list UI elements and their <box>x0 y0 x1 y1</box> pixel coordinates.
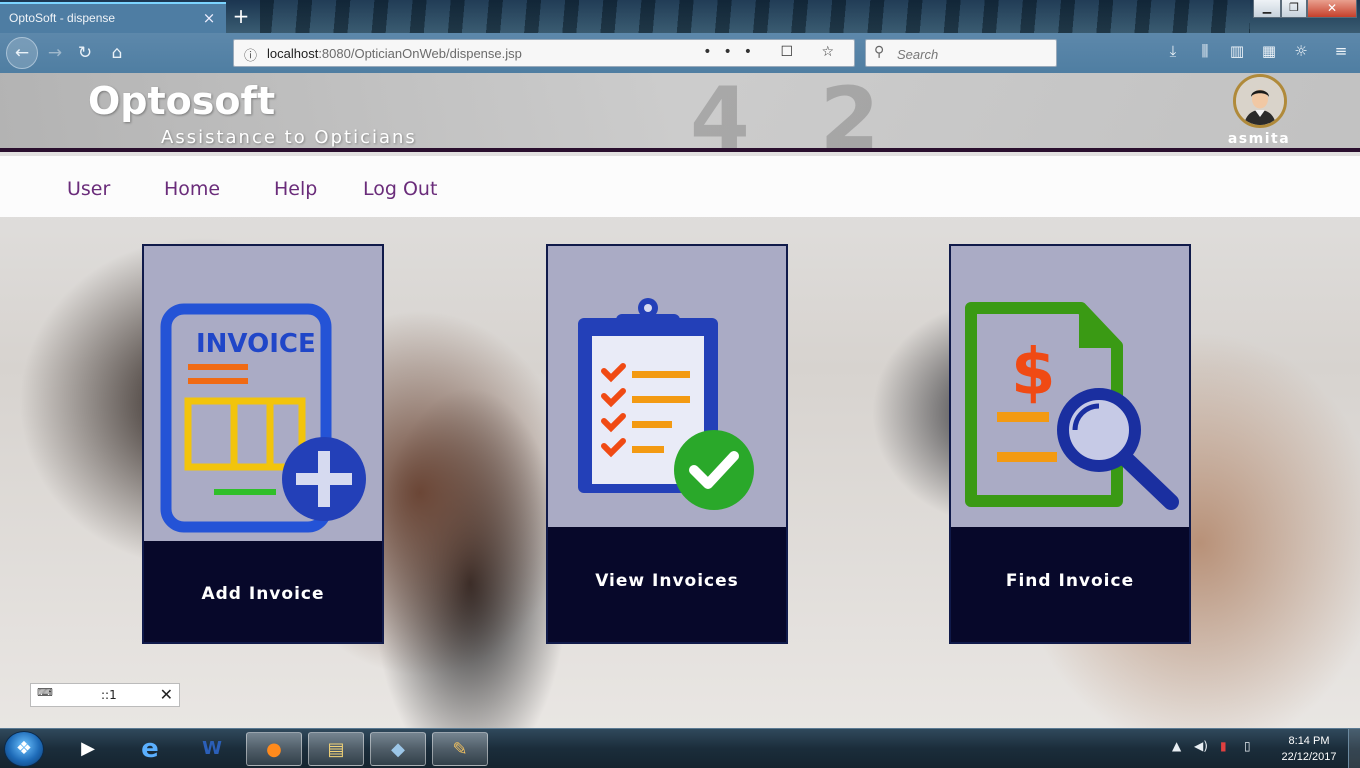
library-icon[interactable]: ⫼ <box>1194 42 1216 60</box>
tab-close-icon[interactable]: × <box>200 9 218 27</box>
browser-navigation-bar: ← → ↻ ⌂ ⓘ localhost:8080/OpticianOnWeb/d… <box>0 33 1360 73</box>
window-controls: ▁ ❐ ✕ <box>1253 0 1358 20</box>
keyboard-icon: ⌨ <box>37 686 53 699</box>
url-text: localhost:8080/OpticianOnWeb/dispense.js… <box>267 46 522 61</box>
main-menu: User Home Help Log Out <box>0 156 1360 217</box>
browser-toolbar-icons: ⤓ ⫼ ▥ ▦ ☼ ≡ <box>1160 42 1355 64</box>
taskbar-clock[interactable]: 8:14 PM 22/12/2017 <box>1270 733 1348 765</box>
browser-tab-active[interactable]: OptoSoft - dispense × <box>0 2 226 33</box>
site-info-icon[interactable]: ⓘ <box>244 45 257 64</box>
system-tray: ▲ ◀) ▮ ▯ <box>1168 735 1268 763</box>
file-explorer-icon[interactable]: ▤ <box>308 732 364 766</box>
firefox-icon[interactable]: ● <box>246 732 302 766</box>
dollar-sign-icon: $ <box>1011 336 1056 410</box>
network-icon[interactable]: ▮ <box>1220 739 1227 753</box>
reload-icon[interactable]: ↻ <box>72 40 98 66</box>
ime-text: ::1 <box>101 688 117 702</box>
word-icon[interactable]: W <box>184 732 240 766</box>
invoice-word: INVOICE <box>196 329 316 359</box>
show-desktop-button[interactable] <box>1348 729 1360 768</box>
paint-icon[interactable]: ✎ <box>432 732 488 766</box>
download-icon[interactable]: ⤓ <box>1162 42 1184 60</box>
brand-logo-text: Optosoft <box>88 79 276 123</box>
back-arrow-icon[interactable]: ← <box>6 37 38 69</box>
tray-expand-icon[interactable]: ▲ <box>1172 739 1181 753</box>
grid-icon[interactable]: ▦ <box>1258 42 1280 60</box>
maximize-icon: ❐ <box>1289 1 1299 14</box>
clock-date: 22/12/2017 <box>1281 751 1337 763</box>
virtualbox-icon[interactable]: ◆ <box>370 732 426 766</box>
find-invoice-card[interactable]: $ Find Invoice <box>949 244 1191 644</box>
ime-widget[interactable]: ⌨ ::1 ✕ <box>30 683 180 707</box>
menu-item-help[interactable]: Help <box>274 178 317 200</box>
find-invoice-image: $ <box>951 246 1189 527</box>
view-invoices-label[interactable]: View Invoices <box>548 571 786 591</box>
add-invoice-label[interactable]: Add Invoice <box>144 584 382 604</box>
search-icon: ⚲ <box>874 44 885 60</box>
minimize-button[interactable]: ▁ <box>1253 0 1281 18</box>
username-label[interactable]: asmita <box>1222 131 1296 147</box>
avatar-person-icon <box>1236 77 1284 125</box>
view-invoices-image <box>548 246 786 527</box>
ime-close-icon[interactable]: ✕ <box>160 685 173 704</box>
menu-hamburger-icon[interactable]: ≡ <box>1330 42 1352 60</box>
page-content: 4 2 Optosoft Assistance to Opticians asm… <box>0 73 1360 728</box>
menu-item-user[interactable]: User <box>67 178 110 200</box>
brand-tagline: Assistance to Opticians <box>161 127 417 148</box>
find-invoice-label[interactable]: Find Invoice <box>951 571 1189 591</box>
page-actions-icons[interactable]: ••• ☐ ☆ <box>703 44 846 60</box>
start-button[interactable]: ❖ <box>4 731 44 767</box>
tab-title: OptoSoft - dispense <box>9 11 116 25</box>
menu-item-home[interactable]: Home <box>164 178 220 200</box>
url-host: localhost <box>267 46 319 61</box>
home-icon[interactable]: ⌂ <box>104 40 130 66</box>
battery-icon[interactable]: ▯ <box>1244 739 1251 753</box>
search-input[interactable]: ⚲ Search <box>865 39 1057 67</box>
maximize-button[interactable]: ❐ <box>1281 0 1307 18</box>
clock-time: 8:14 PM <box>1288 735 1330 747</box>
close-icon: ✕ <box>1326 1 1338 15</box>
sidebar-icon[interactable]: ▥ <box>1226 42 1248 60</box>
search-placeholder: Search <box>897 47 939 62</box>
find-invoice-icon: $ <box>965 302 1179 510</box>
windows-taskbar: ❖ ▶ e W ● ▤ ◆ ✎ ▲ ◀) ▮ ▯ 8:14 PM 22/12/2… <box>0 728 1360 768</box>
clipboard-check-icon <box>578 298 754 510</box>
add-invoice-image: INVOICE <box>144 246 382 541</box>
forest-theme-background <box>260 0 1250 33</box>
url-path: :8080/OpticianOnWeb/dispense.jsp <box>318 46 522 61</box>
windows-logo-icon: ❖ <box>15 738 33 759</box>
eye-chart-background: 4 2 <box>690 73 900 169</box>
volume-icon[interactable]: ◀) <box>1194 739 1208 753</box>
internet-explorer-icon[interactable]: e <box>122 732 178 766</box>
forward-arrow-icon[interactable]: → <box>42 40 68 66</box>
browser-tab-strip: OptoSoft - dispense × + ▁ ❐ ✕ <box>0 0 1360 33</box>
add-invoice-card[interactable]: INVOICE Add Invoice <box>142 244 384 644</box>
add-invoice-icon: INVOICE <box>160 303 366 533</box>
view-invoices-card[interactable]: View Invoices <box>546 244 788 644</box>
lightbulb-icon[interactable]: ☼ <box>1290 42 1312 60</box>
minimize-icon: ▁ <box>1262 1 1272 14</box>
site-header: 4 2 Optosoft Assistance to Opticians asm… <box>0 73 1360 169</box>
close-window-button[interactable]: ✕ <box>1307 0 1357 18</box>
menu-item-logout[interactable]: Log Out <box>363 178 437 200</box>
address-bar[interactable]: ⓘ localhost:8080/OpticianOnWeb/dispense.… <box>233 39 855 67</box>
user-avatar[interactable] <box>1233 74 1287 128</box>
new-tab-button[interactable]: + <box>230 4 252 28</box>
media-player-icon[interactable]: ▶ <box>60 732 116 766</box>
